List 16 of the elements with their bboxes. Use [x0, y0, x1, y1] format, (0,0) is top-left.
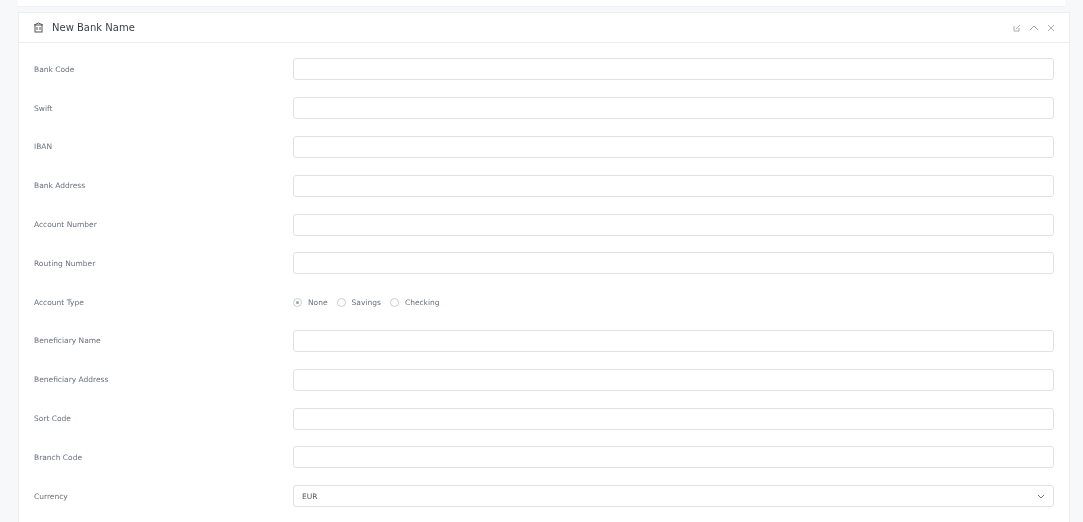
input-field[interactable] — [293, 329, 1054, 352]
input-field[interactable] — [293, 252, 1054, 275]
input-field[interactable] — [293, 213, 1054, 236]
chevron-down-icon — [1037, 493, 1045, 499]
input-field[interactable] — [293, 407, 1054, 430]
input-field[interactable] — [293, 97, 1054, 120]
input-field[interactable] — [293, 368, 1054, 391]
input-field[interactable] — [293, 446, 1054, 469]
edit-icon[interactable] — [1013, 23, 1021, 32]
input-field[interactable] — [293, 174, 1054, 197]
panel-title: New Bank Name — [52, 22, 135, 33]
collapse-icon[interactable] — [1029, 24, 1039, 31]
input-field[interactable] — [293, 58, 1054, 81]
bank-icon — [33, 22, 44, 33]
input-field[interactable] — [293, 136, 1054, 158]
close-icon[interactable] — [1047, 23, 1055, 32]
